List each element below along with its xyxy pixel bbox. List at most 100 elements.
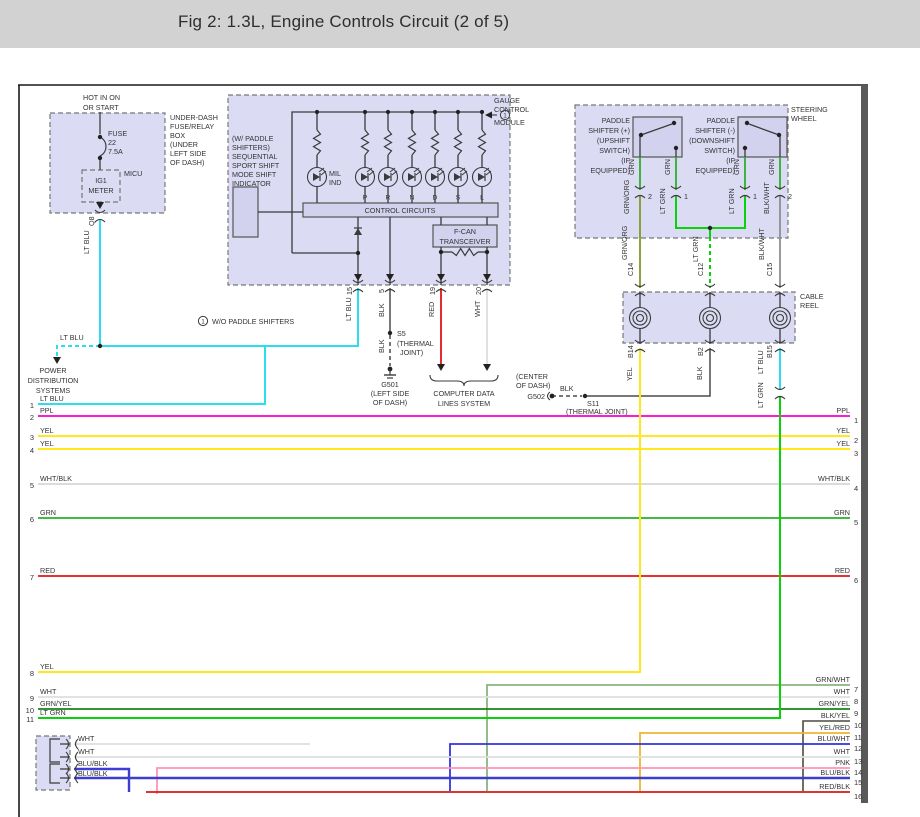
label: REEL xyxy=(800,301,819,310)
label: LINES SYSTEM xyxy=(438,399,490,408)
label: WHEEL xyxy=(791,114,817,123)
label: FUSE xyxy=(108,129,127,138)
row-num-left: 2 xyxy=(30,413,34,422)
wire-color-label: GRN/YEL xyxy=(40,699,72,708)
label: GRN xyxy=(732,159,741,175)
label: BLK xyxy=(695,366,704,380)
label: MICU xyxy=(124,169,142,178)
junction-dot xyxy=(708,226,712,230)
row-num-right: 11 xyxy=(854,733,862,742)
row-num-right: 12 xyxy=(854,744,862,753)
label: SHIFTERS) xyxy=(232,143,270,152)
label: LT GRN xyxy=(658,188,667,214)
label: COMPUTER DATA xyxy=(433,389,494,398)
wire-row-grn-wht xyxy=(487,685,850,791)
row-num-right: 16 xyxy=(854,792,862,801)
label: G502 xyxy=(527,392,545,401)
row-num-left: 10 xyxy=(26,706,34,715)
label: FUSE/RELAY xyxy=(170,122,214,131)
wire-color-label: YEL xyxy=(836,439,850,448)
wire-power-dist-branch xyxy=(57,346,100,358)
wire-color-label: WHT xyxy=(834,747,851,756)
label: B15 xyxy=(765,345,774,358)
label: STEERING xyxy=(791,105,828,114)
label: UNDER-DASH xyxy=(170,113,218,122)
junction-dot xyxy=(315,110,319,114)
row-num-left: 5 xyxy=(30,481,34,490)
label: WHT xyxy=(473,300,482,317)
label: LT GRN xyxy=(756,382,765,408)
label: POWER xyxy=(39,366,66,375)
label: BLU/BLK xyxy=(78,759,108,768)
label: B14 xyxy=(626,345,635,358)
label: RED xyxy=(427,302,436,317)
label: OR START xyxy=(83,103,119,112)
label: C12 xyxy=(696,263,705,276)
row-num-right: 10 xyxy=(854,721,862,730)
label: 1 xyxy=(684,192,688,201)
label: BLK/WHT xyxy=(757,227,766,260)
label: BOX xyxy=(170,131,185,140)
label: (THERMAL xyxy=(397,339,434,348)
label: GRN xyxy=(767,159,776,175)
wire-color-label: GRN xyxy=(834,508,850,517)
label: (LEFT SIDE xyxy=(371,389,410,398)
under-dash-fuse-relay-box xyxy=(50,113,165,213)
label: IG1 xyxy=(95,176,107,185)
row-num-right: 13 xyxy=(854,757,862,766)
wire-color-label: YEL xyxy=(836,426,850,435)
wire-color-label: YEL xyxy=(40,439,54,448)
junction-dot xyxy=(672,121,676,125)
label: EQUIPPED) xyxy=(695,166,735,175)
wire-color-label: GRN/WHT xyxy=(816,675,851,684)
label: SYSTEMS xyxy=(36,386,71,395)
label: CONTROL xyxy=(494,105,529,114)
wire-color-label: BLU/BLK xyxy=(820,768,850,777)
label: LEFT SIDE xyxy=(170,149,206,158)
label: SWITCH) xyxy=(599,146,630,155)
gear-position-label: R xyxy=(386,195,391,202)
wire-color-label: GRN/YEL xyxy=(818,699,850,708)
wire-color-label: PPL xyxy=(40,406,54,415)
wire-color-label: PNK xyxy=(835,758,850,767)
row-num-left: 1 xyxy=(30,401,34,410)
wire-color-label: RED xyxy=(835,566,850,575)
wire-color-label: LT BLU xyxy=(40,394,64,403)
mode-shift-indicator-rect xyxy=(233,187,258,237)
label: IND xyxy=(329,178,341,187)
label: 22 xyxy=(108,138,116,147)
junction-dot xyxy=(583,394,587,398)
label: LT BLU xyxy=(344,297,353,321)
label: EQUIPPED) xyxy=(590,166,630,175)
label: (DOWNSHIFT xyxy=(689,136,736,145)
row-num-right: 5 xyxy=(854,518,858,527)
junction-dot xyxy=(639,133,643,137)
label: MODULE xyxy=(494,118,525,127)
label: WHT xyxy=(78,747,95,756)
label: YEL xyxy=(625,367,634,381)
wire-color-label: GRN xyxy=(40,508,56,517)
junction-dot xyxy=(480,110,484,114)
row-num-right: 9 xyxy=(854,709,858,718)
label: GAUGE xyxy=(494,96,520,105)
label: CONTROL CIRCUITS xyxy=(365,206,436,215)
label: HOT IN ON xyxy=(83,93,120,102)
gear-position-label: S xyxy=(456,195,461,202)
wire-color-label: WHT/BLK xyxy=(40,474,72,483)
label: OF DASH) xyxy=(373,398,407,407)
label: (UNDER xyxy=(170,140,198,149)
junction-dot xyxy=(674,146,678,150)
brace-icon xyxy=(430,375,498,386)
wire-color-label: WHT xyxy=(40,687,57,696)
junction-dot xyxy=(410,110,414,114)
label: 7.5A xyxy=(108,147,123,156)
label: C15 xyxy=(765,263,774,276)
label: LT BLU xyxy=(756,350,765,374)
label: (THERMAL JOINT) xyxy=(566,407,628,416)
label: 15 xyxy=(345,287,354,295)
gauge-control-module-box xyxy=(228,95,510,285)
label: SWITCH) xyxy=(704,146,735,155)
wire-color-label: LT GRN xyxy=(40,708,66,717)
label: INDICATOR xyxy=(232,179,271,188)
label: S5 xyxy=(397,329,406,338)
